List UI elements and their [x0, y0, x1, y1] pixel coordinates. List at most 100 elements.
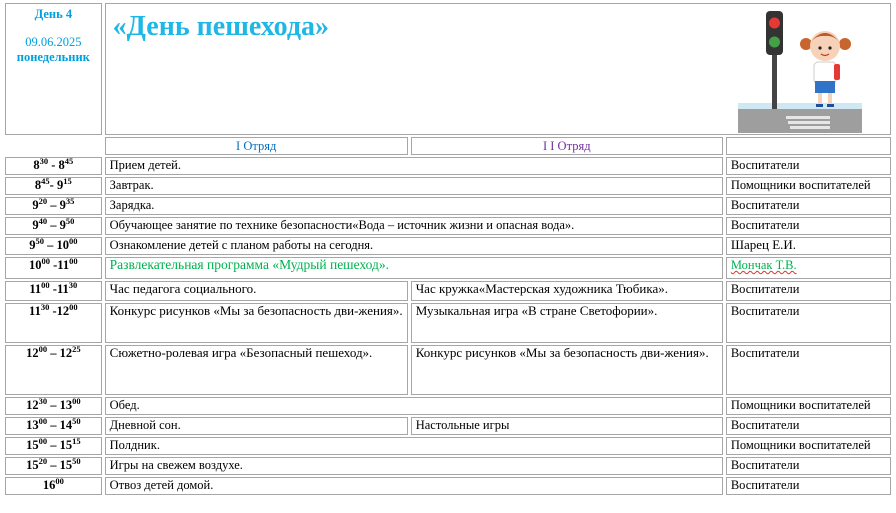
- activity-cell-squad-2: Настольные игры: [410, 417, 723, 435]
- time-text: -12: [49, 304, 70, 318]
- time-cell: 1300 – 1450: [5, 417, 102, 435]
- time-text: 12: [26, 398, 39, 412]
- table-row: 950 – 1000 Ознакомление детей с планом ра…: [5, 237, 891, 255]
- time-text: 13: [26, 418, 39, 432]
- table-row: 1200 – 1225 Сюжетно-ролевая игра «Безопас…: [5, 345, 891, 395]
- time-text: – 12: [47, 346, 73, 360]
- time-superscript: 00: [38, 436, 48, 446]
- responsible-cell: Воспитатели: [725, 477, 891, 495]
- activity-cell: Завтрак.: [104, 177, 723, 195]
- time-superscript: 00: [68, 236, 78, 246]
- table-row: 1000 -1100 Развлекательная программа «Муд…: [5, 257, 891, 279]
- time-superscript: 20: [38, 456, 48, 466]
- date-label: 09.06.2025: [25, 35, 82, 49]
- activity-cell: Полдник.: [104, 437, 723, 455]
- activity-cell: Развлекательная программа «Мудрый пешехо…: [104, 257, 723, 279]
- time-cell: 920 – 935: [5, 197, 102, 215]
- time-superscript: 25: [72, 344, 81, 354]
- responsible-cell: Воспитатели: [725, 417, 891, 435]
- time-cell: 1230 – 1300: [5, 397, 102, 415]
- time-cell: 1100 -1130: [5, 281, 102, 301]
- table-row: 920 – 935 Зарядка. Воспитатели: [5, 197, 891, 215]
- time-superscript: 15: [72, 436, 81, 446]
- time-text: – 15: [47, 458, 73, 472]
- time-superscript: 30: [38, 396, 48, 406]
- table-row: 1300 – 1450 Дневной сон. Настольные игры Во…: [5, 417, 891, 435]
- activity-cell: Дневной сон.: [104, 417, 408, 435]
- time-cell: 1520 – 1550: [5, 457, 102, 475]
- responsible-cell: Воспитатели: [725, 197, 891, 215]
- activity-cell: Сюжетно-ролевая игра «Безопасный пешеход…: [104, 345, 408, 395]
- time-superscript: 45: [64, 156, 74, 166]
- time-superscript: 35: [65, 196, 75, 206]
- time-superscript: 50: [72, 456, 81, 466]
- time-text: – 14: [47, 418, 73, 432]
- time-cell: 830 - 845: [5, 157, 102, 175]
- day-label: День 4: [34, 7, 73, 21]
- responsible-cell: Помощники воспитателей: [725, 437, 891, 455]
- responsible-cell: Воспитатели: [725, 303, 891, 343]
- squad-1-header: I Отряд: [104, 137, 408, 155]
- activity-cell: Час педагога социального.: [104, 281, 408, 301]
- time-superscript: 40: [38, 216, 48, 226]
- time-text: -11: [49, 282, 69, 296]
- table-row: 1100 -1130 Час педагога социального. Час к…: [5, 281, 891, 301]
- time-superscript: 45: [41, 176, 50, 186]
- traffic-light-icon: [766, 11, 783, 109]
- time-superscript: 00: [72, 396, 81, 406]
- responsible-cell: Шарец Е.И.: [725, 237, 891, 255]
- time-text: 12: [26, 346, 39, 360]
- time-cell: 1200 – 1225: [5, 345, 102, 395]
- time-superscript: 00: [41, 256, 51, 266]
- table-row: 940 – 950 Обучающее занятие по технике бе…: [5, 217, 891, 235]
- weekday-label: понедельник: [16, 50, 90, 64]
- time-text: 15: [26, 458, 39, 472]
- activity-cell: Обучающее занятие по технике безопасност…: [104, 217, 723, 235]
- pedestrian-illustration: [738, 11, 862, 133]
- time-text: – 10: [43, 238, 69, 252]
- activity-cell-squad-2: Час кружка«Мастерская художника Тюбика».: [410, 281, 723, 301]
- activity-cell: Прием детей.: [104, 157, 723, 175]
- time-superscript: 20: [38, 196, 48, 206]
- time-superscript: 30: [39, 156, 49, 166]
- activity-cell-squad-2: Музыкальная игра «В стране Светофории».: [410, 303, 723, 343]
- time-text: 11: [29, 282, 42, 296]
- activity-cell: Конкурс рисунков «Мы за безопасность дви…: [104, 303, 408, 343]
- table-row: 1500 – 1515 Полдник. Помощники воспитателе…: [5, 437, 891, 455]
- schedule-page: День 4 09.06.2025 понедельник «День пеше…: [0, 0, 896, 513]
- time-cell: 940 – 950: [5, 217, 102, 235]
- time-superscript: 00: [38, 344, 48, 354]
- table-row: 1230 – 1300 Обед. Помощники воспитателей: [5, 397, 891, 415]
- time-text: 11: [29, 304, 41, 318]
- responsible-cell: Воспитатели: [725, 281, 891, 301]
- day-cell: День 4 09.06.2025 понедельник: [5, 3, 102, 135]
- time-superscript: 30: [68, 280, 78, 290]
- activity-cell: Ознакомление детей с планом работы на се…: [104, 237, 723, 255]
- time-text: – 15: [47, 438, 73, 452]
- time-text: – 9: [47, 218, 66, 232]
- activity-cell: Обед.: [104, 397, 723, 415]
- table-row: 1520 – 1550 Игры на свежем воздухе. Воспит…: [5, 457, 891, 475]
- time-cell: 1500 – 1515: [5, 437, 102, 455]
- time-superscript: 00: [69, 302, 78, 312]
- activity-cell-squad-2: Конкурс рисунков «Мы за безопасность дви…: [410, 345, 723, 395]
- time-text: – 13: [47, 398, 73, 412]
- time-superscript: 00: [55, 476, 64, 486]
- responsible-cell: Помощники воспитателей: [725, 177, 891, 195]
- responsible-cell: Воспитатели: [725, 217, 891, 235]
- time-text: -11: [50, 258, 70, 272]
- responsible-header: [725, 137, 891, 155]
- time-text: - 8: [48, 158, 65, 172]
- time-superscript: 00: [69, 256, 78, 266]
- time-cell: 1130 -1200: [5, 303, 102, 343]
- responsible-cell: Воспитатели: [725, 457, 891, 475]
- table-row: 830 - 845 Прием детей. Воспитатели: [5, 157, 891, 175]
- time-cell: 1000 -1100: [5, 257, 102, 279]
- activity-cell: Игры на свежем воздухе.: [104, 457, 723, 475]
- time-cell: 950 – 1000: [5, 237, 102, 255]
- activity-cell: Отвоз детей домой.: [104, 477, 723, 495]
- time-text: 15: [26, 438, 39, 452]
- activity-cell: Зарядка.: [104, 197, 723, 215]
- time-superscript: 00: [41, 280, 50, 290]
- time-superscript: 50: [72, 416, 81, 426]
